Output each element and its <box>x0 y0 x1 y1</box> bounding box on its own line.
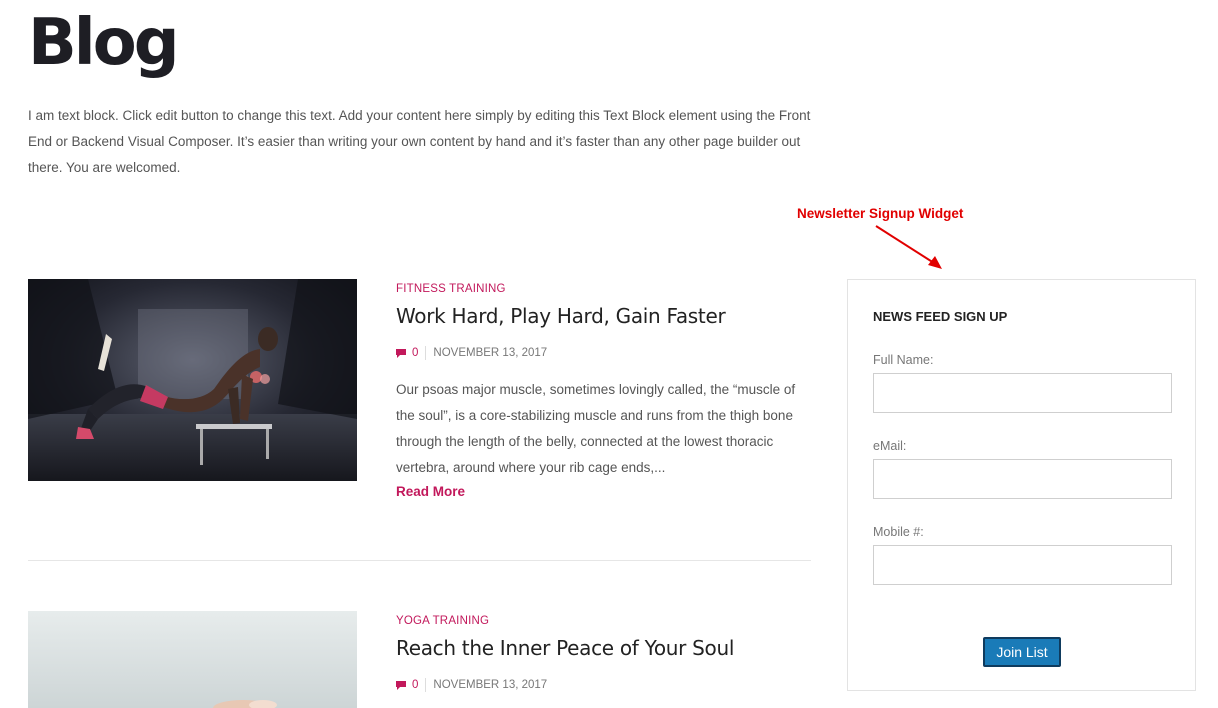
post-excerpt: Our psoas major muscle, sometimes loving… <box>396 382 796 475</box>
meta-separator <box>425 346 427 360</box>
post-category[interactable]: FITNESS TRAINING <box>396 283 813 295</box>
comment-icon <box>396 348 406 358</box>
mobile-input[interactable] <box>873 545 1172 585</box>
newsletter-widget: NEWS FEED SIGN UP Full Name: eMail: Mobi… <box>847 279 1196 691</box>
yoga-photo-icon <box>28 611 357 708</box>
email-input[interactable] <box>873 459 1172 499</box>
intro-text: I am text block. Click edit button to ch… <box>28 108 811 175</box>
post-title[interactable]: Reach the Inner Peace of Your Soul <box>396 636 813 660</box>
full-name-label: Full Name: <box>873 353 934 367</box>
post-body: YOGA TRAINING Reach the Inner Peace of Y… <box>396 611 813 692</box>
post-thumbnail[interactable] <box>28 611 357 708</box>
comment-count[interactable]: 0 <box>412 347 418 359</box>
post-title[interactable]: Work Hard, Play Hard, Gain Faster <box>396 304 813 328</box>
annotation-arrow-icon <box>875 225 942 269</box>
post-divider <box>28 560 811 561</box>
mobile-label: Mobile #: <box>873 525 924 539</box>
post-meta: 0 NOVEMBER 13, 2017 <box>396 678 813 692</box>
join-list-button[interactable]: Join List <box>983 637 1061 667</box>
annotation-label: Newsletter Signup Widget <box>797 206 964 221</box>
post-meta: 0 NOVEMBER 13, 2017 <box>396 346 813 360</box>
post-date: NOVEMBER 13, 2017 <box>433 679 548 691</box>
post-date: NOVEMBER 13, 2017 <box>433 347 548 359</box>
post-thumbnail[interactable] <box>28 279 357 481</box>
widget-title: NEWS FEED SIGN UP <box>873 309 1008 324</box>
athlete-pushup-photo-icon <box>28 279 357 481</box>
page-title: Blog <box>28 6 179 80</box>
email-label: eMail: <box>873 439 907 453</box>
read-more-link[interactable]: Read More <box>396 484 465 499</box>
post-category[interactable]: YOGA TRAINING <box>396 615 813 627</box>
full-name-input[interactable] <box>873 373 1172 413</box>
meta-separator <box>425 678 427 692</box>
comment-icon <box>396 680 406 690</box>
post-body: FITNESS TRAINING Work Hard, Play Hard, G… <box>396 279 813 500</box>
comment-count[interactable]: 0 <box>412 679 418 691</box>
